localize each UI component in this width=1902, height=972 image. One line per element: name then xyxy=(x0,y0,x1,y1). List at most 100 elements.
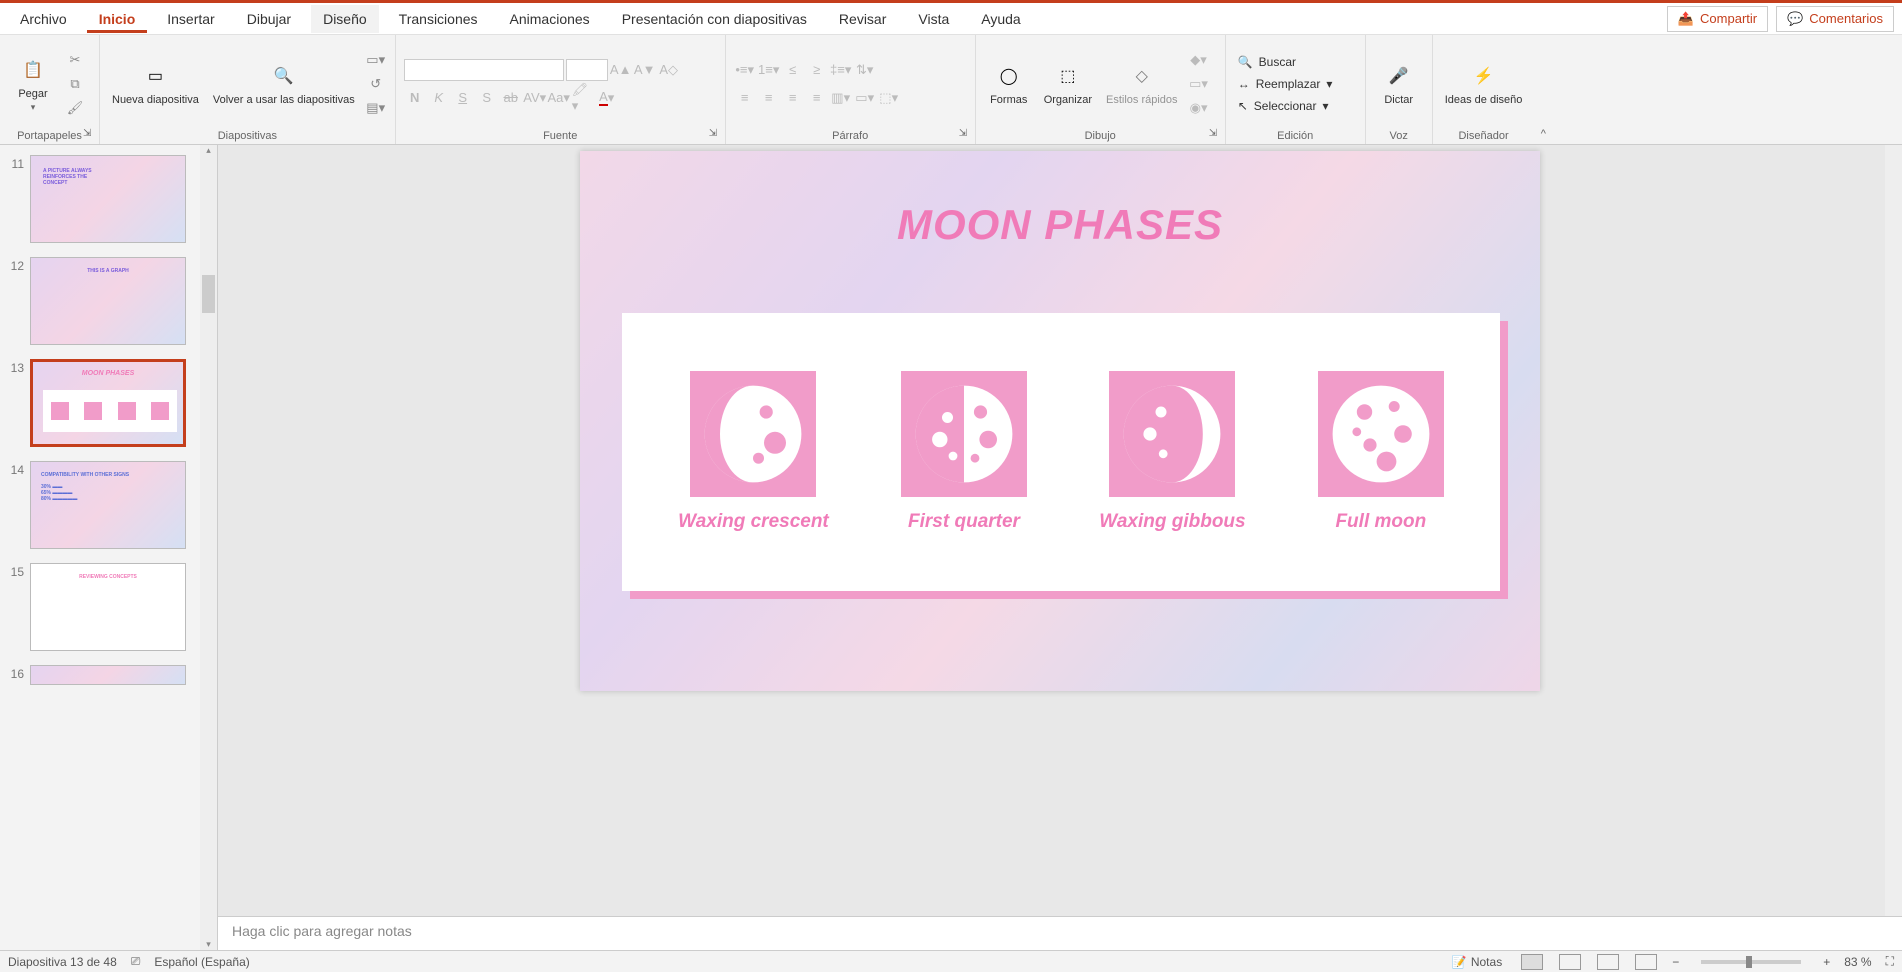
tab-animaciones[interactable]: Animaciones xyxy=(498,5,602,33)
phase-box[interactable]: Waxing crescent First quarter Waxing gib… xyxy=(622,313,1500,591)
slide-thumb-16[interactable] xyxy=(30,665,186,685)
thumbs-scroll-thumb[interactable] xyxy=(202,275,215,313)
parrafo-launcher[interactable]: ⇲ xyxy=(959,128,971,140)
clear-format-button[interactable]: A◇ xyxy=(658,59,680,81)
language-status[interactable]: Español (España) xyxy=(154,955,249,969)
spacing-button[interactable]: AV▾ xyxy=(524,87,546,109)
tab-archivo[interactable]: Archivo xyxy=(8,5,79,33)
shape-effects-button[interactable]: ◉▾ xyxy=(1188,97,1210,119)
reuse-slides-button[interactable]: 🔍 Volver a usar las diapositivas xyxy=(209,56,359,111)
shape-outline-button[interactable]: ▭▾ xyxy=(1188,73,1210,95)
dibujo-launcher[interactable]: ⇲ xyxy=(1209,128,1221,140)
select-button[interactable]: ↖Seleccionar▾ xyxy=(1234,97,1337,115)
font-size-combo[interactable] xyxy=(566,59,608,81)
arrange-button[interactable]: ⬚ Organizar xyxy=(1040,56,1096,111)
grow-font-button[interactable]: A▲ xyxy=(610,59,632,81)
tab-insertar[interactable]: Insertar xyxy=(155,5,226,33)
tab-diseno[interactable]: Diseño xyxy=(311,5,379,33)
numbering-button[interactable]: 1≡▾ xyxy=(758,59,780,81)
comments-button[interactable]: 💬 Comentarios xyxy=(1776,6,1894,32)
thumbs-scrollbar[interactable]: ▴ ▾ xyxy=(200,145,217,950)
tab-dibujar[interactable]: Dibujar xyxy=(235,5,303,33)
case-button[interactable]: Aa▾ xyxy=(548,87,570,109)
notes-toggle[interactable]: 📝Notas xyxy=(1448,955,1506,969)
tab-inicio[interactable]: Inicio xyxy=(87,5,148,33)
shapes-button[interactable]: ◯ Formas xyxy=(984,56,1034,111)
slide-canvas[interactable]: MOON PHASES Waxing crescent First quarte… xyxy=(580,151,1540,691)
thumb-row-13[interactable]: 13 MOON PHASES xyxy=(6,359,211,447)
dictate-button[interactable]: 🎤 Dictar xyxy=(1374,56,1424,111)
format-painter-button[interactable]: 🖌 xyxy=(64,97,86,119)
zoom-out-button[interactable]: − xyxy=(1672,955,1679,969)
slide-thumb-13[interactable]: MOON PHASES xyxy=(30,359,186,447)
zoom-level[interactable]: 83 % xyxy=(1844,955,1871,969)
shrink-font-button[interactable]: A▼ xyxy=(634,59,656,81)
align-left-button[interactable]: ≡ xyxy=(734,87,756,109)
thumb-row-16[interactable]: 16 xyxy=(6,665,211,685)
tab-ayuda[interactable]: Ayuda xyxy=(969,5,1032,33)
zoom-slider[interactable] xyxy=(1701,960,1801,964)
align-right-button[interactable]: ≡ xyxy=(782,87,804,109)
tab-revisar[interactable]: Revisar xyxy=(827,5,898,33)
thumb-row-12[interactable]: 12 THIS IS A GRAPH xyxy=(6,257,211,345)
slide-title[interactable]: MOON PHASES xyxy=(580,201,1540,249)
line-spacing-button[interactable]: ‡≡▾ xyxy=(830,59,852,81)
fuente-launcher[interactable]: ⇲ xyxy=(709,128,721,140)
text-direction-button[interactable]: ⇅▾ xyxy=(854,59,876,81)
bold-button[interactable]: N xyxy=(404,87,426,109)
columns-button[interactable]: ▥▾ xyxy=(830,87,852,109)
thumb-row-14[interactable]: 14 COMPATIBILITY WITH OTHER SIGNS30% ▬▬6… xyxy=(6,461,211,549)
reading-view-button[interactable] xyxy=(1597,954,1619,970)
zoom-in-button[interactable]: + xyxy=(1823,955,1830,969)
zoom-thumb[interactable] xyxy=(1746,956,1752,968)
slide-thumb-12[interactable]: THIS IS A GRAPH xyxy=(30,257,186,345)
italic-button[interactable]: K xyxy=(428,87,450,109)
shadow-button[interactable]: S xyxy=(476,87,498,109)
slideshow-view-button[interactable] xyxy=(1635,954,1657,970)
underline-button[interactable]: S xyxy=(452,87,474,109)
accessibility-icon[interactable]: ⎚ xyxy=(131,954,141,969)
normal-view-button[interactable] xyxy=(1521,954,1543,970)
mic-icon: 🎤 xyxy=(1383,60,1415,92)
group-fuente: A▲ A▼ A◇ N K S S ab AV▾ Aa▾ 🖍▾ A▾ Fuente… xyxy=(396,35,726,144)
paste-button[interactable]: 📋 Pegar ▾ xyxy=(8,50,58,116)
font-color-button[interactable]: A▾ xyxy=(596,87,618,109)
portapapeles-launcher[interactable]: ⇲ xyxy=(83,128,95,140)
replace-button[interactable]: ↔Reemplazar▾ xyxy=(1234,75,1337,93)
shape-fill-button[interactable]: ◆▾ xyxy=(1188,49,1210,71)
indent-button[interactable]: ≥ xyxy=(806,59,828,81)
canvas-area[interactable]: MOON PHASES Waxing crescent First quarte… xyxy=(218,145,1902,916)
section-button[interactable]: ▤▾ xyxy=(365,97,387,119)
highlight-button[interactable]: 🖍▾ xyxy=(572,87,594,109)
sorter-view-button[interactable] xyxy=(1559,954,1581,970)
smartart-button[interactable]: ⬚▾ xyxy=(878,87,900,109)
thumb-row-11[interactable]: 11 A PICTURE ALWAYSREINFORCES THECONCEPT xyxy=(6,155,211,243)
copy-button[interactable]: ⧉ xyxy=(64,73,86,95)
cut-button[interactable]: ✂ xyxy=(64,49,86,71)
font-family-combo[interactable] xyxy=(404,59,564,81)
share-button[interactable]: 📤 Compartir xyxy=(1667,6,1768,32)
strike-button[interactable]: ab xyxy=(500,87,522,109)
design-ideas-button[interactable]: ⚡ Ideas de diseño xyxy=(1441,56,1527,111)
bullets-button[interactable]: •≡▾ xyxy=(734,59,756,81)
find-button[interactable]: 🔍Buscar xyxy=(1234,53,1337,71)
outdent-button[interactable]: ≤ xyxy=(782,59,804,81)
quick-styles-button[interactable]: ◇ Estilos rápidos xyxy=(1102,56,1182,111)
tab-vista[interactable]: Vista xyxy=(906,5,961,33)
reset-button[interactable]: ↺ xyxy=(365,73,387,95)
align-center-button[interactable]: ≡ xyxy=(758,87,780,109)
align-text-button[interactable]: ▭▾ xyxy=(854,87,876,109)
collapse-ribbon-button[interactable]: ^ xyxy=(1534,35,1552,144)
slide-thumb-15[interactable]: REVIEWING CONCEPTS xyxy=(30,563,186,651)
layout-button[interactable]: ▭▾ xyxy=(365,49,387,71)
fit-to-window-button[interactable]: ⛶ xyxy=(1886,954,1894,969)
tab-transiciones[interactable]: Transiciones xyxy=(387,5,490,33)
slide-thumb-11[interactable]: A PICTURE ALWAYSREINFORCES THECONCEPT xyxy=(30,155,186,243)
thumb-row-15[interactable]: 15 REVIEWING CONCEPTS xyxy=(6,563,211,651)
tab-presentacion[interactable]: Presentación con diapositivas xyxy=(610,5,819,33)
editor-scrollbar[interactable] xyxy=(1885,145,1902,916)
new-slide-button[interactable]: ▭ Nueva diapositiva xyxy=(108,56,203,111)
slide-thumb-14[interactable]: COMPATIBILITY WITH OTHER SIGNS30% ▬▬65% … xyxy=(30,461,186,549)
notes-area[interactable]: Haga clic para agregar notas xyxy=(218,916,1902,950)
justify-button[interactable]: ≡ xyxy=(806,87,828,109)
